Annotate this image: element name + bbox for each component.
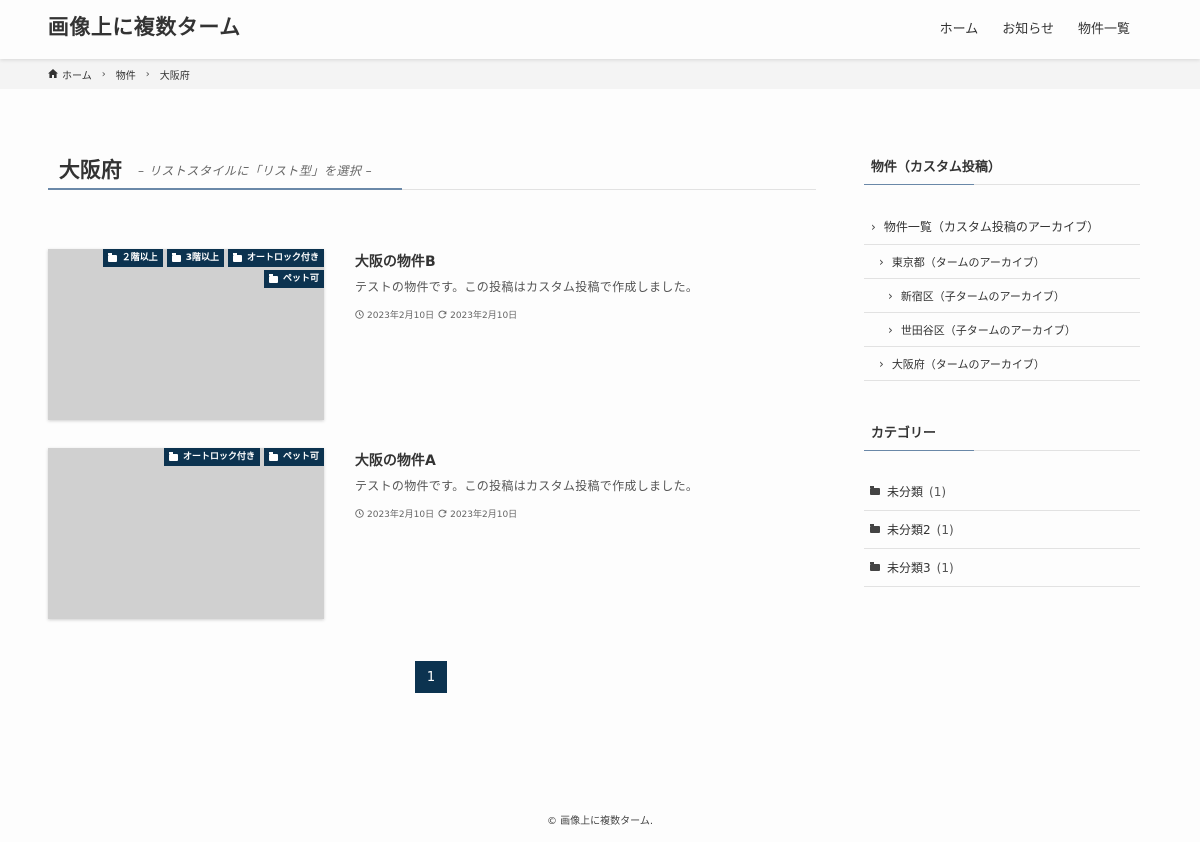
- category-item[interactable]: 未分類 (1): [864, 473, 1140, 511]
- home-icon: [48, 68, 62, 80]
- chevron-right-icon: ›: [888, 288, 893, 303]
- chevron-right-icon: ›: [871, 219, 876, 234]
- published-date: 2023年2月10日: [367, 510, 435, 520]
- post-excerpt: テストの物件です。この投稿はカスタム投稿で作成しました。: [355, 479, 699, 493]
- folder-icon: [232, 252, 242, 262]
- folder-icon: [171, 252, 181, 262]
- widget-title: カテゴリー: [871, 426, 937, 441]
- post-meta: 2023年2月10日 2023年2月10日: [355, 507, 517, 520]
- post-item[interactable]: オートロック付き ペット可 大阪の物件A テストの物件です。この投稿はカスタム投…: [48, 448, 816, 620]
- page-heading: 大阪府 – リストスタイルに「リスト型」を選択 –: [48, 152, 816, 190]
- site-title[interactable]: 画像上に複数ターム: [48, 11, 241, 41]
- sidebar-item-tokyo[interactable]: › 東京都（タームのアーカイブ）: [864, 245, 1140, 279]
- folder-icon: [268, 451, 278, 461]
- nav-item-properties[interactable]: 物件一覧: [1078, 18, 1130, 37]
- folder-icon: [870, 486, 880, 495]
- site-header: 画像上に複数ターム ホーム お知らせ 物件一覧: [0, 0, 1200, 59]
- chevron-right-icon: ›: [879, 356, 884, 371]
- term-tag[interactable]: 3階以上: [166, 249, 224, 267]
- post-title[interactable]: 大阪の物件A: [355, 450, 436, 470]
- folder-icon: [870, 562, 880, 571]
- folder-icon: [168, 451, 178, 461]
- term-tag[interactable]: ペット可: [263, 448, 324, 466]
- pagination-current-page[interactable]: 1: [415, 661, 447, 693]
- sidebar-item-osaka[interactable]: › 大阪府（タームのアーカイブ）: [864, 347, 1140, 381]
- nav-item-news[interactable]: お知らせ: [1002, 18, 1054, 37]
- post-thumbnail[interactable]: ２階以上 3階以上 オートロック付き ペット可: [48, 249, 324, 420]
- folder-icon: [107, 252, 117, 262]
- post-item[interactable]: ２階以上 3階以上 オートロック付き ペット可 大阪の物件B テストの物件です。…: [48, 249, 816, 421]
- category-item[interactable]: 未分類3 (1): [864, 549, 1140, 587]
- chevron-right-icon: ›: [145, 68, 150, 80]
- post-meta: 2023年2月10日 2023年2月10日: [355, 308, 517, 321]
- chevron-right-icon: ›: [879, 254, 884, 269]
- widget-heading-category: カテゴリー: [864, 419, 1140, 451]
- sidebar-item-shinjuku[interactable]: › 新宿区（子タームのアーカイブ）: [864, 279, 1140, 313]
- nav-item-home[interactable]: ホーム: [940, 18, 979, 37]
- chevron-right-icon: ›: [888, 322, 893, 337]
- folder-icon: [268, 273, 278, 283]
- category-list: 未分類 (1) 未分類2 (1) 未分類3 (1): [864, 473, 1140, 587]
- term-tag[interactable]: ２階以上: [102, 249, 163, 267]
- term-tag[interactable]: オートロック付き: [163, 448, 260, 466]
- chevron-right-icon: ›: [101, 68, 106, 80]
- breadcrumb: ホーム › 物件 › 大阪府: [0, 59, 1200, 89]
- clock-icon: [355, 509, 364, 518]
- term-tags: オートロック付き ペット可: [84, 448, 324, 466]
- category-item[interactable]: 未分類2 (1): [864, 511, 1140, 549]
- custom-post-link-list: › 物件一覧（カスタム投稿のアーカイブ） › 東京都（タームのアーカイブ） › 新宿区…: [864, 209, 1140, 381]
- refresh-icon: [438, 310, 447, 319]
- footer-copyright: © 画像上に複数ターム.: [546, 816, 654, 827]
- sidebar-item-setagaya[interactable]: › 世田谷区（子タームのアーカイブ）: [864, 313, 1140, 347]
- folder-icon: [870, 524, 880, 533]
- term-tag[interactable]: ペット可: [263, 270, 324, 288]
- post-thumbnail[interactable]: オートロック付き ペット可: [48, 448, 324, 619]
- global-nav: ホーム お知らせ 物件一覧: [940, 18, 1130, 37]
- post-excerpt: テストの物件です。この投稿はカスタム投稿で作成しました。: [355, 280, 699, 294]
- breadcrumb-home[interactable]: ホーム: [62, 67, 92, 82]
- page-title: 大阪府: [59, 158, 122, 182]
- refresh-icon: [438, 509, 447, 518]
- page-subtitle: – リストスタイルに「リスト型」を選択 –: [138, 164, 373, 178]
- breadcrumb-properties[interactable]: 物件: [116, 67, 136, 82]
- post-title[interactable]: 大阪の物件B: [355, 251, 436, 271]
- widget-title: 物件（カスタム投稿）: [871, 160, 1002, 175]
- sidebar-item-property-archive[interactable]: › 物件一覧（カスタム投稿のアーカイブ）: [864, 209, 1140, 245]
- term-tags: ２階以上 3階以上 オートロック付き ペット可: [84, 249, 324, 288]
- breadcrumb-current: 大阪府: [159, 70, 190, 82]
- clock-icon: [355, 310, 364, 319]
- updated-date: 2023年2月10日: [450, 510, 518, 520]
- widget-heading-custom-post: 物件（カスタム投稿）: [864, 153, 1140, 185]
- updated-date: 2023年2月10日: [450, 311, 518, 321]
- term-tag[interactable]: オートロック付き: [227, 249, 324, 267]
- published-date: 2023年2月10日: [367, 311, 435, 321]
